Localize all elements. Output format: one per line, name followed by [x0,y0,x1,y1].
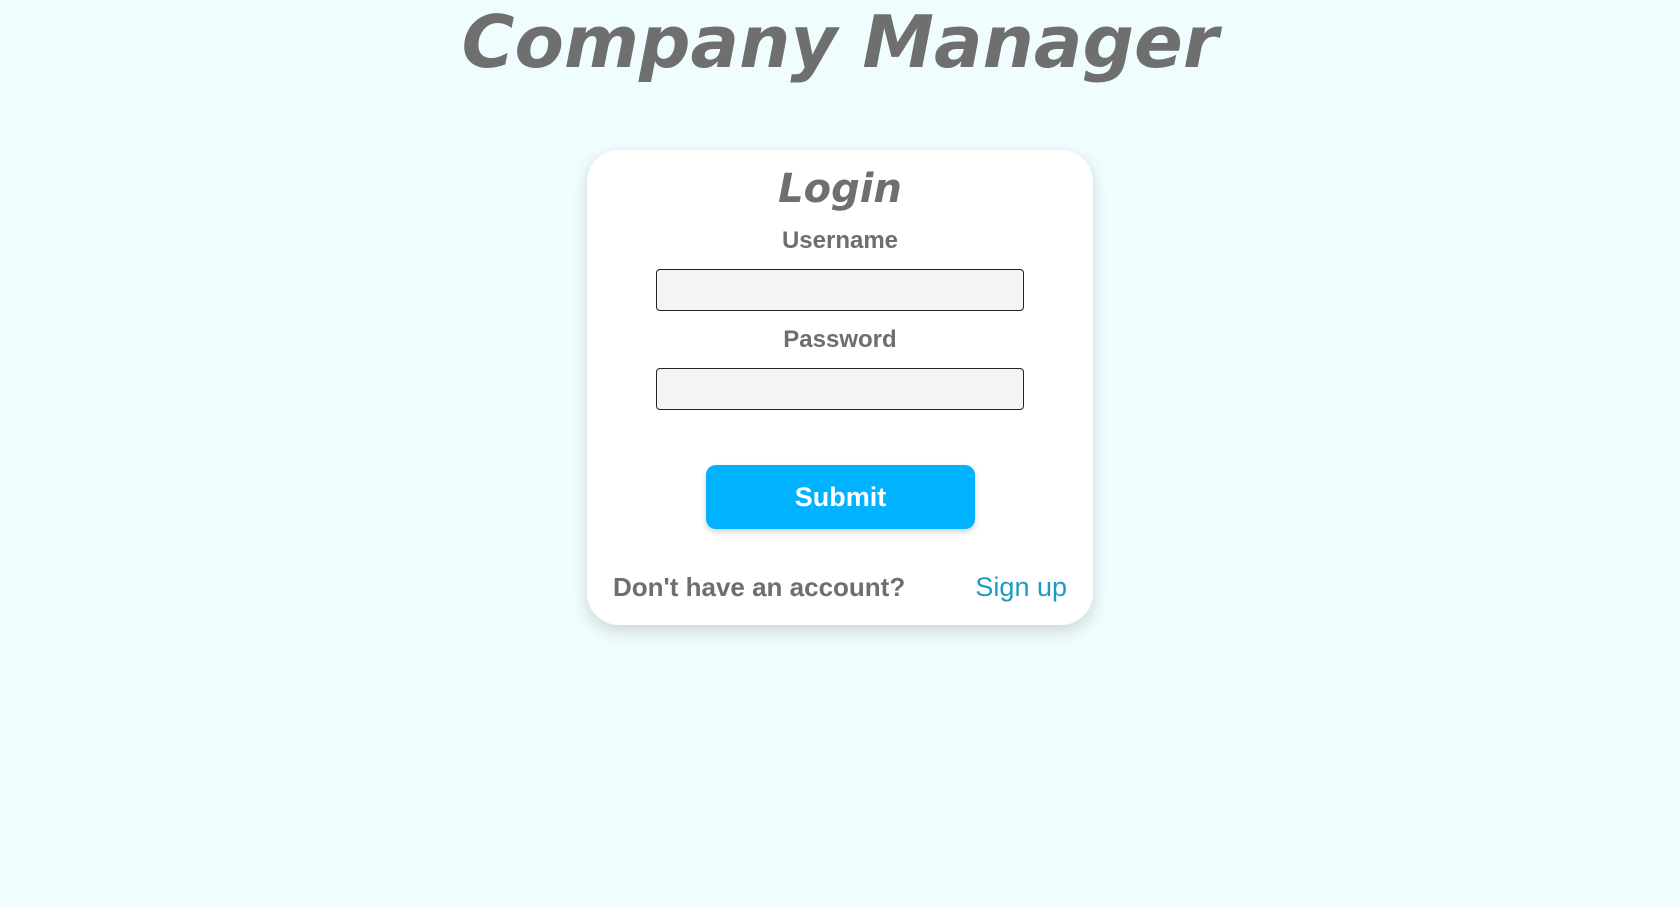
signup-row: Don't have an account? Sign up [587,570,1093,604]
app-title: Company Manager [461,0,1219,84]
username-label: Username [781,227,899,254]
login-title: Login [778,166,902,212]
login-card: Login Username Password Submit Don't hav… [587,150,1093,625]
username-field[interactable] [656,269,1024,311]
submit-button[interactable]: Submit [706,465,975,529]
signup-link[interactable]: Sign up [975,570,1067,604]
password-field[interactable] [656,368,1024,410]
no-account-text: Don't have an account? [613,572,906,602]
password-label: Password [783,326,897,353]
